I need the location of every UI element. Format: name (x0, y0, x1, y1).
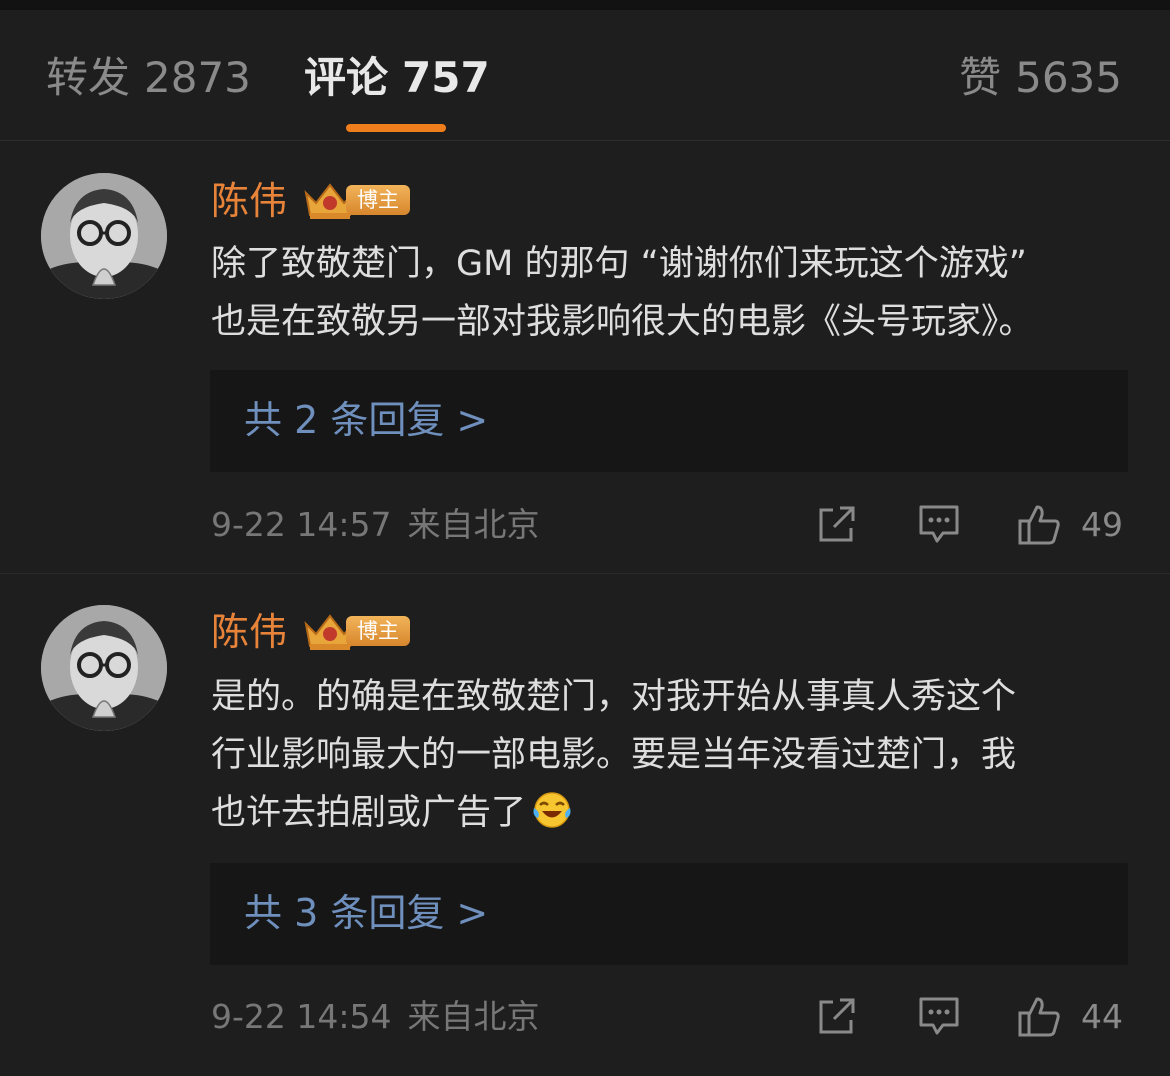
like-count: 44 (1081, 997, 1123, 1036)
comment-location: 来自北京 (407, 997, 540, 1036)
comment-icon (919, 997, 959, 1035)
tab-comments-label: 评论 (304, 53, 389, 102)
share-icon (819, 998, 855, 1034)
like-button[interactable]: 49 (1017, 503, 1127, 547)
like-count: 49 (1081, 505, 1123, 544)
thumbs-up-icon (1018, 505, 1060, 545)
avatar[interactable] (41, 173, 167, 299)
comment-text: 是的。的确是在致敬楚门，对我开始从事真人秀这个 行业影响最大的一部电影。要是当年… (211, 668, 1131, 842)
tab-comments-count: 757 (402, 53, 490, 102)
replies-box[interactable]: 共 3 条回复 > (210, 863, 1128, 965)
comment-time: 9-22 14:57 (211, 505, 392, 544)
comment-location: 来自北京 (407, 505, 540, 544)
tabs-bar: 转发 2873 评论 757 赞 5635 (0, 10, 1170, 141)
comment-item: 陈伟 博主 是的。的确是在致敬楚门，对我开始从事真人秀这个 行业影响最大的一部电… (0, 574, 1170, 1076)
comment-text-body: 是的。的确是在致敬楚门，对我开始从事真人秀这个 行业影响最大的一部电影。要是当年… (211, 677, 1017, 833)
badge-label: 博主 (346, 616, 410, 646)
username[interactable]: 陈伟 (211, 177, 287, 225)
active-tab-indicator (346, 124, 446, 132)
badge-label: 博主 (346, 185, 410, 215)
thumbs-up-icon (1018, 997, 1060, 1037)
comment-icon (919, 505, 959, 543)
comment-meta: 9-22 14:57 来自北京 (211, 503, 540, 547)
comment-time: 9-22 14:54 (211, 997, 392, 1036)
tab-likes-label: 赞 (959, 53, 1002, 102)
comment-item: 陈伟 博主 除了致敬楚门，GM 的那句 “谢谢你们来玩这个游戏” 也是在致敬另一… (0, 141, 1170, 574)
tab-reposts-count: 2873 (144, 53, 251, 102)
tab-reposts-label: 转发 (46, 53, 131, 102)
comment-meta: 9-22 14:54 来自北京 (211, 995, 540, 1039)
tab-comments[interactable]: 评论 757 (304, 52, 490, 104)
share-button[interactable] (816, 503, 858, 545)
blogger-badge: 博主 (302, 179, 412, 221)
share-icon (819, 506, 855, 542)
share-button[interactable] (816, 995, 858, 1037)
reply-button[interactable] (917, 995, 961, 1037)
blogger-badge: 博主 (302, 610, 412, 652)
top-strip (0, 0, 1170, 10)
laughing-crying-emoji-icon (532, 790, 572, 830)
reply-button[interactable] (917, 503, 961, 545)
tab-reposts[interactable]: 转发 2873 (46, 52, 251, 104)
view-replies-link[interactable]: 共 2 条回复 > (244, 394, 488, 446)
view-replies-link[interactable]: 共 3 条回复 > (244, 887, 488, 939)
tab-likes[interactable]: 赞 5635 (959, 52, 1122, 104)
like-button[interactable]: 44 (1017, 995, 1127, 1039)
replies-box[interactable]: 共 2 条回复 > (210, 370, 1128, 472)
username[interactable]: 陈伟 (211, 608, 287, 656)
comment-text: 除了致敬楚门，GM 的那句 “谢谢你们来玩这个游戏” 也是在致敬另一部对我影响很… (211, 244, 1034, 342)
tab-likes-count: 5635 (1015, 53, 1122, 102)
avatar[interactable] (41, 605, 167, 731)
